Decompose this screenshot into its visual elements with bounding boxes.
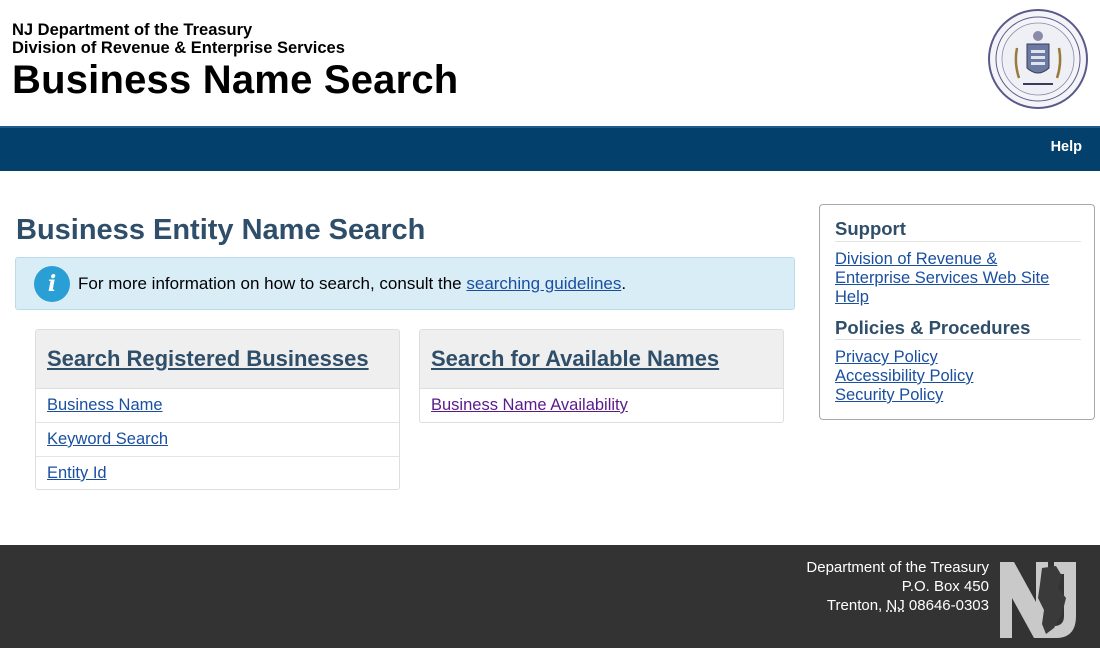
nj-state-logo-icon [1000,562,1076,638]
security-policy-link[interactable]: Security Policy [835,386,943,405]
info-text-before: For more information on how to search, c… [78,274,467,293]
info-alert: i For more information on how to search,… [15,257,795,310]
support-help-link[interactable]: Help [835,288,869,307]
list-item: Business Name [36,389,399,423]
search-registered-businesses-link[interactable]: Search Registered Businesses [47,346,369,372]
info-text-after: . [621,274,627,293]
panel-header: Search Registered Businesses [36,330,399,389]
division-website-link-line2[interactable]: Enterprise Services Web Site [835,269,1049,288]
footer-city: Trenton, [826,597,887,614]
footer-address-line3: Trenton, NJ 08646-0303 [827,597,989,614]
accessibility-policy-link[interactable]: Accessibility Policy [835,367,973,386]
footer-address-line1: Department of the Treasury [806,559,989,576]
footer-address-line2: P.O. Box 450 [901,578,989,595]
support-heading: Support [835,218,906,239]
site-header: NJ Department of the Treasury Division o… [0,0,1100,126]
division-name: Division of Revenue & Enterprise Service… [12,39,345,57]
panel-header: Search for Available Names [420,330,783,389]
nav-bar: Help [0,126,1100,171]
support-sidebar: Support Division of Revenue & Enterprise… [819,204,1095,420]
info-icon: i [34,266,70,302]
privacy-policy-link[interactable]: Privacy Policy [835,348,938,367]
search-available-panel: Search for Available Names Business Name… [419,329,784,423]
division-website-link-line1[interactable]: Division of Revenue & [835,250,997,269]
info-text: For more information on how to search, c… [78,274,626,294]
footer-state: NJ [886,597,905,614]
divider [835,339,1081,340]
searching-guidelines-link[interactable]: searching guidelines [466,274,621,293]
entity-id-link[interactable]: Entity Id [47,464,107,483]
keyword-search-link[interactable]: Keyword Search [47,430,168,449]
footer-zip: 08646-0303 [904,597,989,614]
search-available-names-link[interactable]: Search for Available Names [431,346,719,372]
policies-heading: Policies & Procedures [835,317,1031,338]
state-seal-icon [988,9,1088,109]
site-footer: Department of the Treasury P.O. Box 450 … [0,545,1100,648]
business-name-link[interactable]: Business Name [47,396,163,415]
search-registered-panel: Search Registered Businesses Business Na… [35,329,400,490]
business-name-availability-link[interactable]: Business Name Availability [431,396,628,415]
list-item: Business Name Availability [420,389,783,422]
page-title: Business Entity Name Search [16,214,426,246]
list-item: Entity Id [36,457,399,489]
agency-name: NJ Department of the Treasury [12,21,253,39]
divider [835,241,1081,242]
app-title: Business Name Search [12,58,459,102]
nav-help-link[interactable]: Help [1051,139,1082,155]
list-item: Keyword Search [36,423,399,457]
